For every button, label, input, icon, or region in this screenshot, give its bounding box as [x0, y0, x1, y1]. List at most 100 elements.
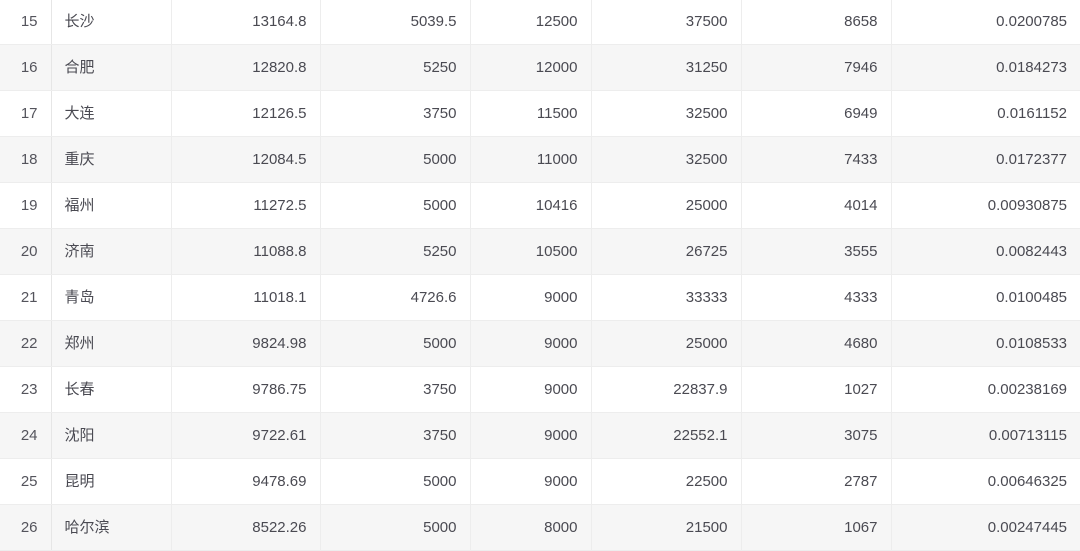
value-5: 8658	[741, 0, 892, 45]
value-4: 25000	[591, 320, 742, 367]
city-name: 沈阳	[51, 412, 172, 459]
value-6: 0.0082443	[891, 228, 1080, 275]
value-1: 9478.69	[171, 458, 321, 505]
value-1: 12084.5	[171, 136, 321, 183]
data-table: 15 长沙 13164.8 5039.5 12500 37500 8658 0.0200785…	[0, 0, 1080, 551]
value-1: 9824.98	[171, 320, 321, 367]
value-6: 0.00930875	[891, 182, 1080, 229]
table-row: 20 济南 11088.8 5250 10500 26725 3555 0.0082443	[0, 228, 1080, 275]
value-3: 9000	[470, 274, 592, 321]
value-4: 25000	[591, 182, 742, 229]
table-row: 15 长沙 13164.8 5039.5 12500 37500 8658 0.0200785	[0, 0, 1080, 45]
value-4: 26725	[591, 228, 742, 275]
value-1: 11018.1	[171, 274, 321, 321]
table-row: 22 郑州 9824.98 5000 9000 25000 4680 0.0108533	[0, 320, 1080, 367]
value-5: 4333	[741, 274, 892, 321]
value-5: 1067	[741, 504, 892, 551]
city-name: 青岛	[51, 274, 172, 321]
value-1: 12126.5	[171, 90, 321, 137]
value-6: 0.00713115	[891, 412, 1080, 459]
value-5: 4014	[741, 182, 892, 229]
value-6: 0.0172377	[891, 136, 1080, 183]
value-2: 5000	[320, 320, 471, 367]
row-index: 23	[0, 366, 52, 413]
row-index: 15	[0, 0, 52, 45]
value-6: 0.00247445	[891, 504, 1080, 551]
row-index: 22	[0, 320, 52, 367]
value-2: 5000	[320, 182, 471, 229]
city-name: 昆明	[51, 458, 172, 505]
city-name: 福州	[51, 182, 172, 229]
value-3: 8000	[470, 504, 592, 551]
value-3: 9000	[470, 458, 592, 505]
value-4: 31250	[591, 44, 742, 91]
value-3: 9000	[470, 320, 592, 367]
table-row: 24 沈阳 9722.61 3750 9000 22552.1 3075 0.00713115	[0, 412, 1080, 459]
row-index: 21	[0, 274, 52, 321]
city-name: 长沙	[51, 0, 172, 45]
city-name: 哈尔滨	[51, 504, 172, 551]
value-6: 0.0161152	[891, 90, 1080, 137]
value-3: 11500	[470, 90, 592, 137]
table-row: 21 青岛 11018.1 4726.6 9000 33333 4333 0.0100485	[0, 274, 1080, 321]
value-2: 5000	[320, 136, 471, 183]
value-1: 8522.26	[171, 504, 321, 551]
value-2: 5000	[320, 504, 471, 551]
value-5: 3075	[741, 412, 892, 459]
value-1: 9786.75	[171, 366, 321, 413]
value-2: 3750	[320, 366, 471, 413]
value-6: 0.0200785	[891, 0, 1080, 45]
value-2: 4726.6	[320, 274, 471, 321]
value-2: 5000	[320, 458, 471, 505]
table-row: 19 福州 11272.5 5000 10416 25000 4014 0.00930875	[0, 182, 1080, 229]
value-2: 5250	[320, 228, 471, 275]
value-3: 12000	[470, 44, 592, 91]
value-5: 7946	[741, 44, 892, 91]
city-name: 合肥	[51, 44, 172, 91]
table-row: 16 合肥 12820.8 5250 12000 31250 7946 0.0184273	[0, 44, 1080, 91]
row-index: 24	[0, 412, 52, 459]
value-3: 11000	[470, 136, 592, 183]
value-6: 0.0108533	[891, 320, 1080, 367]
value-1: 11088.8	[171, 228, 321, 275]
value-4: 37500	[591, 0, 742, 45]
row-index: 25	[0, 458, 52, 505]
value-5: 2787	[741, 458, 892, 505]
city-name: 济南	[51, 228, 172, 275]
row-index: 16	[0, 44, 52, 91]
row-index: 19	[0, 182, 52, 229]
table-row: 23 长春 9786.75 3750 9000 22837.9 1027 0.00238169	[0, 366, 1080, 413]
value-5: 6949	[741, 90, 892, 137]
value-5: 7433	[741, 136, 892, 183]
table-row: 17 大连 12126.5 3750 11500 32500 6949 0.0161152	[0, 90, 1080, 137]
city-name: 郑州	[51, 320, 172, 367]
row-index: 26	[0, 504, 52, 551]
value-6: 0.00238169	[891, 366, 1080, 413]
value-1: 13164.8	[171, 0, 321, 45]
value-6: 0.0100485	[891, 274, 1080, 321]
value-4: 32500	[591, 136, 742, 183]
city-name: 长春	[51, 366, 172, 413]
value-2: 5250	[320, 44, 471, 91]
row-index: 20	[0, 228, 52, 275]
value-3: 10500	[470, 228, 592, 275]
value-4: 33333	[591, 274, 742, 321]
table-row: 25 昆明 9478.69 5000 9000 22500 2787 0.00646325	[0, 458, 1080, 505]
value-6: 0.0184273	[891, 44, 1080, 91]
table-row: 26 哈尔滨 8522.26 5000 8000 21500 1067 0.00247445	[0, 504, 1080, 551]
value-2: 3750	[320, 90, 471, 137]
value-3: 9000	[470, 412, 592, 459]
value-3: 9000	[470, 366, 592, 413]
value-5: 3555	[741, 228, 892, 275]
table-body: 15 长沙 13164.8 5039.5 12500 37500 8658 0.0200785…	[0, 0, 1080, 551]
city-name: 大连	[51, 90, 172, 137]
value-5: 4680	[741, 320, 892, 367]
value-4: 32500	[591, 90, 742, 137]
value-1: 12820.8	[171, 44, 321, 91]
value-1: 9722.61	[171, 412, 321, 459]
value-1: 11272.5	[171, 182, 321, 229]
city-name: 重庆	[51, 136, 172, 183]
value-3: 10416	[470, 182, 592, 229]
value-4: 22500	[591, 458, 742, 505]
row-index: 18	[0, 136, 52, 183]
